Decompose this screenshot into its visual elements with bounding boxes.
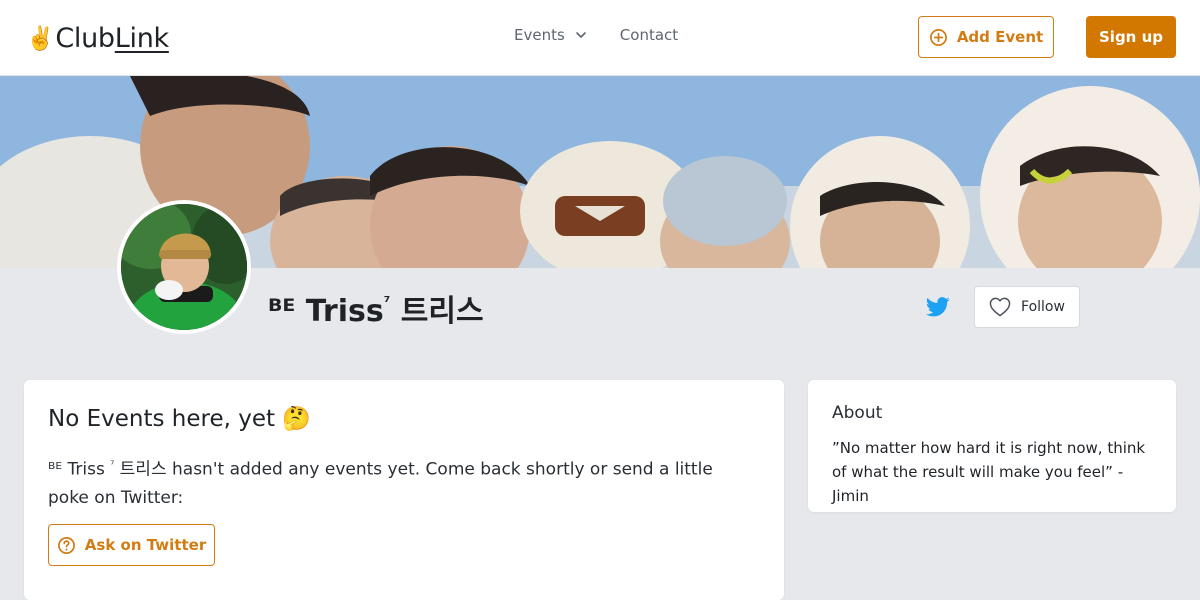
avatar-photo	[121, 204, 247, 330]
profile-name: ᴮᴱ Triss⁷ 트리스	[268, 286, 484, 330]
victory-hand-icon: ✌️	[26, 25, 55, 52]
follow-label: Follow	[1021, 299, 1065, 315]
about-title: About	[832, 403, 883, 423]
profile-name-main: Triss	[305, 294, 384, 329]
nav-contact-label: Contact	[619, 26, 679, 44]
add-event-label: Add Event	[956, 28, 1044, 46]
events-message-name: Triss	[67, 459, 105, 480]
events-empty-message: ᴮᴱ Triss ⁷ 트리스 hasn't added any events y…	[48, 452, 748, 512]
profile-name-korean: 트리스	[400, 294, 484, 329]
events-message-sup: ⁷	[110, 460, 115, 471]
main-nav: Events Contact	[514, 26, 678, 44]
top-navbar: ✌️ Club Link Events Contact Add Event Si…	[0, 0, 1200, 76]
ask-on-twitter-label: Ask on Twitter	[84, 536, 207, 554]
add-event-button[interactable]: Add Event	[918, 16, 1054, 58]
twitter-bird-icon	[926, 297, 950, 322]
sign-up-label: Sign up	[1099, 28, 1163, 46]
nav-events-dropdown[interactable]: Events	[514, 26, 587, 44]
logo-text-link: Link	[114, 22, 169, 54]
ask-on-twitter-button[interactable]: Ask on Twitter	[48, 524, 215, 566]
about-text: ”No matter how hard it is right now, thi…	[832, 439, 1146, 505]
events-empty-title: No Events here, yet 🤔	[48, 406, 311, 432]
events-message-korean: 트리스	[119, 459, 167, 480]
profile-avatar	[117, 200, 251, 334]
profile-name-prefix: ᴮᴱ	[268, 294, 296, 329]
profile-name-sup: ⁷	[383, 293, 391, 311]
clublink-logo[interactable]: ✌️ Club Link	[26, 20, 169, 56]
chevron-down-icon	[575, 29, 587, 41]
twitter-profile-link[interactable]	[926, 296, 950, 318]
nav-contact-link[interactable]: Contact	[620, 26, 678, 44]
question-circle-icon	[57, 536, 76, 555]
nav-events-label: Events	[514, 26, 565, 44]
sign-up-button[interactable]: Sign up	[1086, 16, 1176, 58]
follow-button[interactable]: Follow	[974, 286, 1080, 328]
logo-text-club: Club	[55, 22, 115, 54]
plus-circle-icon	[929, 28, 948, 47]
heart-outline-icon	[989, 297, 1011, 317]
events-message-prefix: ᴮᴱ	[48, 459, 63, 480]
